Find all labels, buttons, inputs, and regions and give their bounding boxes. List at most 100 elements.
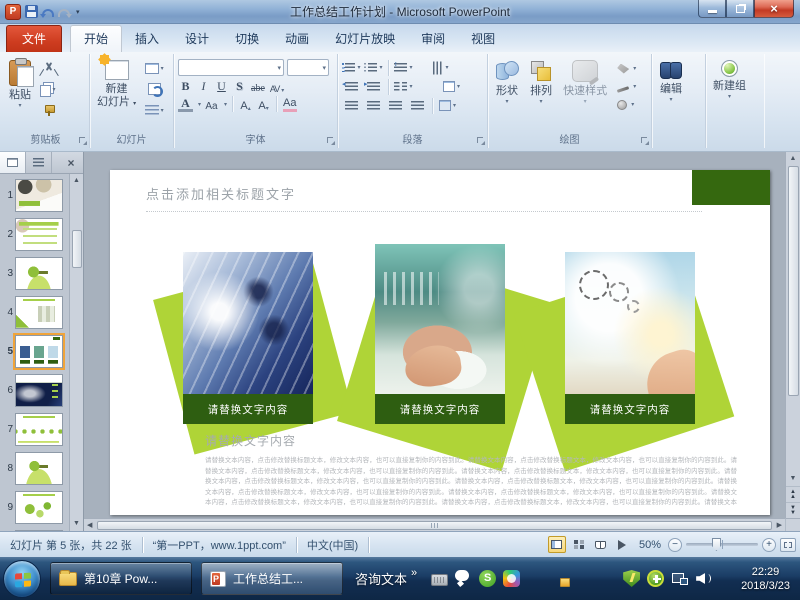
shape-outline-button[interactable]: ▾ <box>617 79 641 94</box>
vertical-scrollbar[interactable]: ▲ ▼ ▲▲ ▼▼ <box>785 152 800 518</box>
slideshow-button[interactable] <box>614 536 632 553</box>
grow-font-button[interactable]: A▴ <box>238 96 253 112</box>
character-spacing-button[interactable]: AV▾ <box>269 78 284 94</box>
slide-thumbnail-8[interactable]: 8 <box>0 452 69 485</box>
slide-thumbnail-1[interactable]: 1 <box>0 179 69 212</box>
colorful-app-icon[interactable] <box>503 570 520 587</box>
slide-image-card-1[interactable]: 请替换文字内容 <box>183 252 313 424</box>
thumb-scroll-thumb[interactable] <box>72 230 82 268</box>
security-shield-icon[interactable] <box>623 570 640 587</box>
slide-editing-surface[interactable]: 点击添加相关标题文字 请 <box>110 170 770 515</box>
zoom-slider-thumb[interactable] <box>712 538 721 551</box>
smartart-convert-button[interactable]: ▾ <box>438 97 457 114</box>
new-group-button[interactable]: 新建组▾ <box>709 57 750 129</box>
scroll-up-icon[interactable]: ▲ <box>790 152 797 166</box>
underline-button[interactable]: U <box>214 78 229 94</box>
paste-button[interactable]: 粘贴▾ <box>5 57 35 129</box>
qq-file-transfer-icon[interactable] <box>551 570 568 587</box>
toolbar-chevron-icon[interactable]: » <box>411 567 417 579</box>
align-left-button[interactable] <box>342 97 361 114</box>
taskbar-powerpoint-task[interactable]: 工作总结工... <box>201 562 343 595</box>
card-caption[interactable]: 请替换文字内容 <box>183 394 313 424</box>
align-right-button[interactable] <box>386 97 405 114</box>
horizontal-scroll-thumb[interactable] <box>97 521 771 530</box>
bold-button[interactable]: B <box>178 78 193 94</box>
text-shadow-button[interactable]: S <box>232 78 247 94</box>
thumb-scroll-down-icon[interactable]: ▼ <box>73 517 80 531</box>
strikethrough-button[interactable]: abe <box>250 78 266 94</box>
tab-insert[interactable]: 插入 <box>122 26 172 52</box>
green-plus-icon[interactable] <box>647 570 664 587</box>
thumbnail-scrollbar[interactable]: ▲ ▼ <box>69 174 83 531</box>
clipboard-dialog-launcher[interactable] <box>78 136 87 145</box>
shrink-font-button[interactable]: A▾ <box>256 96 271 112</box>
tab-slideshow[interactable]: 幻灯片放映 <box>322 26 408 52</box>
drawing-dialog-launcher[interactable] <box>640 136 649 145</box>
slide-image-card-3[interactable]: 请替换文字内容 <box>565 252 695 424</box>
line-spacing-button[interactable]: ↕▾ <box>394 59 413 76</box>
slide-sorter-button[interactable] <box>570 536 588 553</box>
card-caption[interactable]: 请替换文字内容 <box>375 394 505 424</box>
qq-icon-1[interactable] <box>527 570 544 587</box>
font-size-select[interactable]: ▾ <box>287 59 329 76</box>
align-center-button[interactable] <box>364 97 383 114</box>
font-color-button[interactable]: A <box>178 96 193 112</box>
zoom-slider[interactable] <box>686 543 758 546</box>
tab-view[interactable]: 视图 <box>458 26 508 52</box>
next-slide-button[interactable]: ▼▼ <box>786 502 800 518</box>
numbering-button[interactable]: ▾ <box>364 59 383 76</box>
copy-button[interactable]: ▾ <box>38 80 60 98</box>
volume-icon[interactable] <box>695 570 712 587</box>
reading-view-button[interactable] <box>592 536 610 553</box>
slide-thumbnail-7[interactable]: 7 <box>0 413 69 446</box>
sogou-icon[interactable] <box>479 570 496 587</box>
bullets-button[interactable]: ▾ <box>342 59 361 76</box>
change-case-button[interactable]: Aa <box>204 96 219 112</box>
network-icon[interactable] <box>671 570 688 587</box>
taskbar-folder-task[interactable]: 第10章 Pow... <box>50 562 192 595</box>
normal-view-button[interactable] <box>548 536 566 553</box>
previous-slide-button[interactable]: ▲▲ <box>786 486 800 502</box>
thumb-scroll-up-icon[interactable]: ▲ <box>73 174 80 188</box>
language-indicator[interactable]: 中文(中国) <box>297 537 368 553</box>
language-bar[interactable]: 咨询文本 <box>355 569 407 588</box>
tab-transitions[interactable]: 切换 <box>222 26 272 52</box>
tab-home[interactable]: 开始 <box>70 25 122 52</box>
reset-slide-button[interactable] <box>143 80 165 98</box>
text-direction-button[interactable]: ▾ <box>430 59 449 76</box>
clear-formatting-button[interactable]: Aa <box>282 96 297 112</box>
slide-layout-button[interactable]: ▾ <box>143 59 165 77</box>
format-painter-button[interactable] <box>38 101 60 119</box>
increase-indent-button[interactable]: ▸ <box>364 78 383 95</box>
shape-effects-button[interactable]: ▾ <box>617 97 641 112</box>
cut-button[interactable] <box>38 59 60 77</box>
align-text-button[interactable]: ▾ <box>442 78 461 95</box>
start-button[interactable] <box>3 560 41 598</box>
section-button[interactable]: ▾ <box>143 101 165 119</box>
slide-thumbnail-9[interactable]: 9 <box>0 491 69 524</box>
qq-icon-2[interactable] <box>575 570 592 587</box>
shapes-button[interactable]: 形状▾ <box>491 57 523 129</box>
qq-icon-3[interactable] <box>599 570 616 587</box>
body-text-placeholder[interactable]: 请替换文本内容，点击修改替换标题文本，修改文本内容，也可以直接复制你的内容到此。… <box>205 456 737 508</box>
new-slide-button[interactable]: 新建幻灯片 ▾ <box>93 57 140 129</box>
card-photo[interactable] <box>183 252 313 394</box>
slide-thumbnail-3[interactable]: 3 <box>0 257 69 290</box>
card-photo[interactable] <box>565 252 695 394</box>
shape-fill-button[interactable]: ▾ <box>617 61 641 76</box>
slide-thumbnail-2[interactable]: 2 <box>0 218 69 251</box>
tab-animations[interactable]: 动画 <box>272 26 322 52</box>
wechat-icon[interactable] <box>455 570 472 587</box>
close-pane-button[interactable]: × <box>59 152 83 173</box>
tab-file[interactable]: 文件 <box>6 25 62 52</box>
restore-button[interactable] <box>726 0 754 18</box>
tab-design[interactable]: 设计 <box>172 26 222 52</box>
card-caption[interactable]: 请替换文字内容 <box>565 394 695 424</box>
scroll-down-icon[interactable]: ▼ <box>790 472 797 486</box>
slide-image-card-2[interactable]: 请替换文字内容 <box>375 244 505 424</box>
taskbar-clock[interactable]: 22:29 2018/3/23 <box>741 565 790 593</box>
slide-thumbnail-6[interactable]: 6 <box>0 374 69 407</box>
editing-button[interactable]: 编辑▾ <box>655 57 687 129</box>
paragraph-dialog-launcher[interactable] <box>476 136 485 145</box>
columns-button[interactable]: ▾ <box>394 78 413 95</box>
